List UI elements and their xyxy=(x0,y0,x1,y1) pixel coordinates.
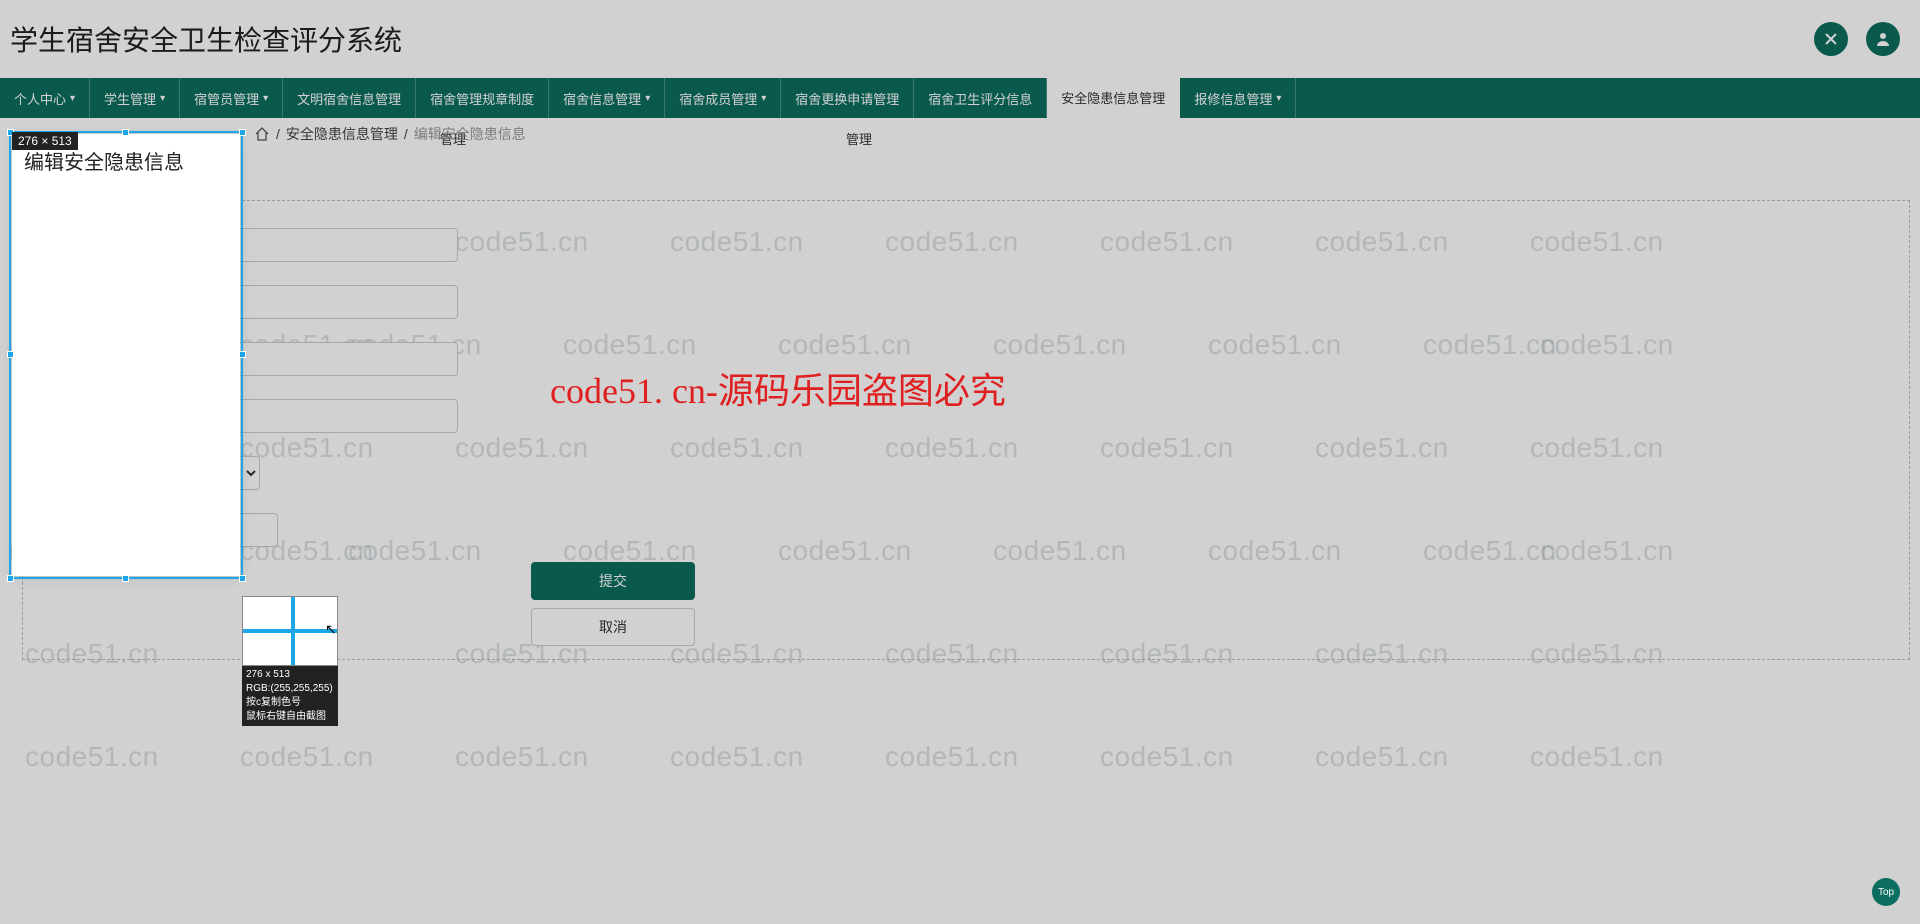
breadcrumb-sep: / xyxy=(404,126,408,142)
nav-change[interactable]: 宿舍更换申请管理 xyxy=(781,78,914,118)
magnifier-view: ↖ xyxy=(242,596,338,666)
submit-button[interactable]: 提交 xyxy=(531,562,695,600)
nav-student[interactable]: 学生管理▾ xyxy=(90,78,180,118)
breadcrumb: / 安全隐患信息管理 / 编辑安全隐患信息 xyxy=(0,118,1920,150)
selection-size-badge: 276 × 513 xyxy=(12,132,78,150)
main-nav: 个人中心▾ 学生管理▾ 宿管员管理▾ 文明宿舍信息管理 宿舍管理规章制度 宿舍信… xyxy=(0,78,1920,118)
user-icon[interactable] xyxy=(1866,22,1900,56)
edit-form-card: 编辑安全隐患信息 xyxy=(12,134,240,576)
nav-wenming[interactable]: 文明宿舍信息管理 xyxy=(283,78,416,118)
chevron-down-icon: ▾ xyxy=(1276,93,1281,104)
nav-suguan[interactable]: 宿管员管理▾ xyxy=(180,78,283,118)
nav-rules[interactable]: 宿舍管理规章制度 xyxy=(416,78,549,118)
close-icon[interactable] xyxy=(1814,22,1848,56)
button-row: 提交 取消 xyxy=(531,562,695,646)
color-magnifier: ↖ 276 x 513 RGB:(255,255,255) 按c复制色号 鼠标右… xyxy=(242,596,338,726)
nav-dorm-info[interactable]: 宿舍信息管理▾ xyxy=(549,78,665,118)
chevron-down-icon: ▾ xyxy=(70,93,75,104)
nav-members[interactable]: 宿舍成员管理▾ xyxy=(665,78,781,118)
breadcrumb-current: 编辑安全隐患信息 xyxy=(414,124,526,144)
nav-personal[interactable]: 个人中心▾ xyxy=(0,78,90,118)
chevron-down-icon: ▾ xyxy=(263,93,268,104)
breadcrumb-sep: / xyxy=(276,126,280,142)
chevron-down-icon: ▾ xyxy=(645,93,650,104)
magnifier-info: 276 x 513 RGB:(255,255,255) 按c复制色号 鼠标右键自… xyxy=(242,666,338,726)
scroll-top-button[interactable]: Top xyxy=(1872,878,1900,906)
copyright-watermark: code51. cn-源码乐园盗图必究 xyxy=(550,362,1006,414)
nav-score[interactable]: 宿舍卫生评分信息 xyxy=(914,78,1047,118)
app-title: 学生宿舍安全卫生检查评分系统 xyxy=(10,19,402,59)
chevron-down-icon: ▾ xyxy=(761,93,766,104)
nav-safety[interactable]: 安全隐患信息管理 xyxy=(1047,78,1180,118)
chevron-down-icon: ▾ xyxy=(160,93,165,104)
nav-repair[interactable]: 报修信息管理▾ xyxy=(1180,78,1296,118)
breadcrumb-root[interactable]: 安全隐患信息管理 xyxy=(286,124,398,144)
app-header: 学生宿舍安全卫生检查评分系统 xyxy=(0,0,1920,78)
home-icon[interactable] xyxy=(254,126,270,142)
header-actions xyxy=(1814,22,1900,56)
cursor-icon: ↖ xyxy=(325,621,337,638)
cancel-button[interactable]: 取消 xyxy=(531,608,695,646)
